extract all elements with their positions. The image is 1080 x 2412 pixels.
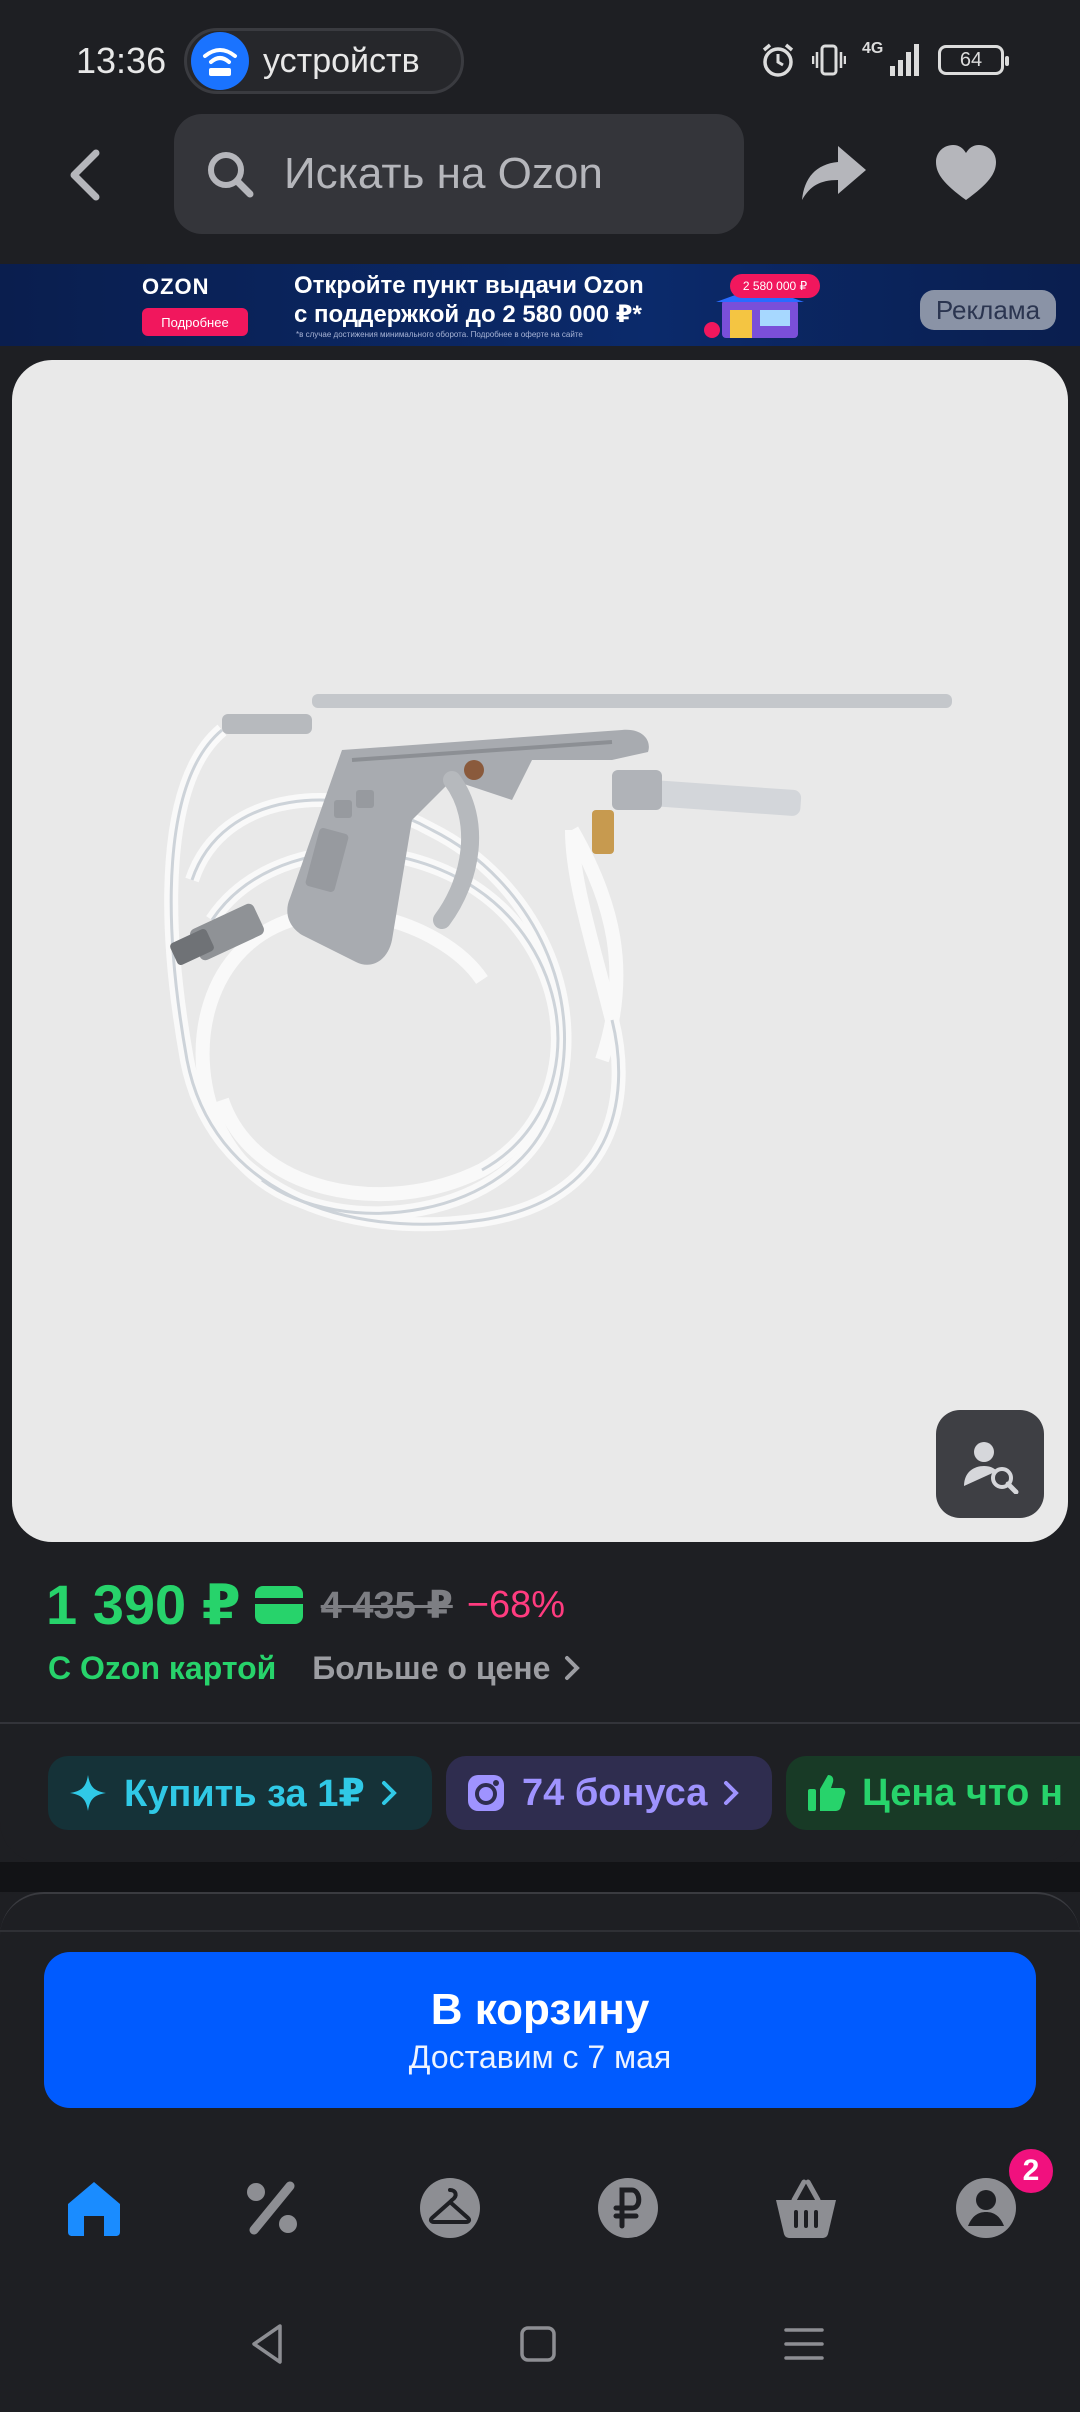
signal-icon [890, 44, 919, 76]
favorite-button[interactable] [934, 142, 998, 206]
system-home-icon[interactable] [514, 2320, 562, 2368]
bottom-navigation [0, 2130, 1080, 2280]
chevron-right-icon [724, 1781, 740, 1805]
price-row: 1 390 ₽ 4 435 ₽ −68% [46, 1570, 565, 1640]
old-price: 4 435 ₽ [320, 1584, 453, 1627]
more-about-price-link[interactable]: Больше о цене [312, 1649, 581, 1687]
bonus-icon [468, 1775, 504, 1811]
product-image-gallery[interactable] [12, 360, 1068, 1542]
current-price: 1 390 ₽ [46, 1573, 241, 1636]
network-indicator: 4G [862, 40, 922, 80]
ad-banner[interactable]: OZON Подробнее Откройте пункт выдачи Ozo… [0, 264, 1080, 346]
heart-icon [936, 145, 996, 200]
ad-brand-logo: OZON [142, 274, 210, 299]
buy-for-one-ruble-label: Купить за 1₽ [124, 1772, 365, 1815]
status-activity-pill[interactable]: устройств [184, 28, 464, 94]
discount-icon[interactable] [240, 2176, 304, 2240]
sheet-divider [0, 1930, 1080, 1932]
home-icon[interactable] [62, 2176, 126, 2240]
bonus-label: 74 бонуса [522, 1771, 708, 1814]
share-icon [802, 146, 866, 200]
more-about-price-label: Больше о цене [312, 1649, 551, 1686]
status-time: 13:36 [76, 40, 167, 81]
good-price-chip[interactable]: Цена что н [786, 1756, 1080, 1830]
search-icon [208, 152, 254, 198]
bonus-chip[interactable]: 74 бонуса [446, 1756, 772, 1830]
finance-icon[interactable] [596, 2176, 660, 2240]
buy-for-one-ruble-chip[interactable]: Купить за 1₽ [48, 1756, 432, 1830]
battery-icon: 64 [938, 45, 1009, 75]
search-placeholder: Искать на Ozon [284, 149, 603, 198]
visual-search-button[interactable] [936, 1410, 1044, 1518]
wifi-share-icon [191, 32, 249, 90]
system-back-icon[interactable] [244, 2320, 292, 2368]
profile-icon[interactable] [954, 2176, 1018, 2240]
ozon-card-icon [254, 1586, 303, 1624]
system-menu-icon[interactable] [780, 2320, 828, 2368]
ad-price-badge: 2 580 000 ₽ [730, 274, 820, 298]
image-search-icon [964, 1442, 1019, 1494]
fresh-icon[interactable] [418, 2176, 482, 2240]
chevron-left-icon [70, 149, 100, 201]
sparkle-icon [70, 1775, 106, 1811]
chevron-right-icon [381, 1781, 397, 1805]
ad-fine-print: *в случае достижения минимального оборот… [296, 330, 583, 339]
ad-headline-line1: Откройте пункт выдачи Ozon [294, 272, 644, 299]
delivery-date-label: Доставим с 7 мая [408, 2038, 672, 2075]
add-to-cart-button[interactable]: В корзину Доставим с 7 мая [44, 1952, 1036, 2108]
status-bar: 13:36 устройств 4G 64 [0, 0, 1080, 120]
cart-icon[interactable] [774, 2176, 838, 2240]
ad-more-button[interactable]: Подробнее [142, 308, 248, 336]
ozon-card-price-label: С Ozon картой [48, 1649, 277, 1686]
thumbs-up-icon [808, 1775, 846, 1811]
ad-headline-line2: с поддержкой до 2 580 000 ₽* [294, 301, 642, 328]
price-subline: С Ozon картой Больше о цене [48, 1646, 581, 1690]
promo-chips: Купить за 1₽ 74 бонуса Цена что н [0, 1724, 1080, 1862]
system-navigation-bar [0, 2280, 1080, 2412]
product-page: 13:36 устройств 4G 64 Искать на Ozon OZO… [0, 0, 1080, 2412]
share-button[interactable] [800, 142, 870, 206]
search-input[interactable]: Искать на Ozon [174, 114, 744, 234]
status-pill-text: устройств [263, 41, 420, 80]
chevron-right-icon [565, 1656, 581, 1680]
profile-notification-badge: 2 [1006, 2146, 1056, 2196]
good-price-label: Цена что н [862, 1771, 1063, 1814]
back-button[interactable] [52, 140, 116, 210]
status-icons: 4G 64 [760, 40, 1009, 80]
add-to-cart-label: В корзину [430, 1984, 650, 2034]
ad-label[interactable]: Реклама [920, 290, 1056, 330]
alarm-icon [762, 43, 794, 77]
header: Искать на Ozon [0, 112, 1080, 236]
discount-percent: −68% [466, 1583, 566, 1626]
product-image [164, 694, 952, 1232]
section-gap [0, 1862, 1080, 1892]
vibrate-icon [812, 44, 846, 76]
